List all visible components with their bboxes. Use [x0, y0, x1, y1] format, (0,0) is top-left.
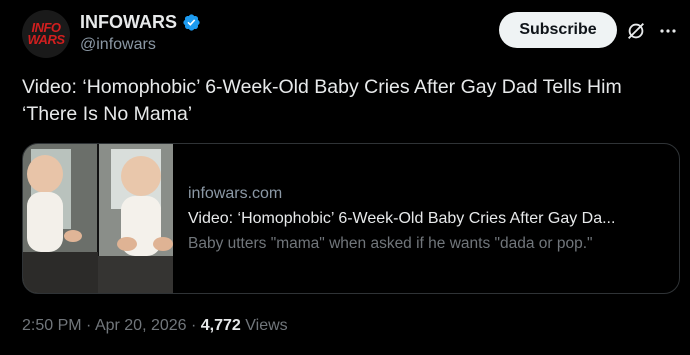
baby-photo-image	[23, 144, 173, 293]
meta-separator: ·	[186, 317, 201, 334]
views-label: Views	[240, 317, 288, 334]
grok-icon[interactable]	[625, 20, 647, 42]
tweet-time[interactable]: 2:50 PM	[22, 317, 82, 334]
infowars-logo: INFO WARS	[27, 20, 66, 47]
meta-separator: ·	[81, 317, 95, 334]
verified-badge-icon	[183, 14, 200, 31]
card-thumbnail	[23, 144, 173, 293]
views-count: 4,772	[200, 317, 241, 334]
tweet-text: Video: ‘Homophobic’ 6-Week-Old Baby Crie…	[22, 76, 622, 125]
card-description: Baby utters "mama" when asked if he want…	[188, 235, 593, 252]
more-options-icon[interactable]	[657, 20, 679, 42]
card-domain: infowars.com	[188, 185, 283, 202]
link-card[interactable]: infowars.com Video: ‘Homophobic’ 6-Week-…	[22, 143, 680, 294]
subscribe-button[interactable]: Subscribe	[499, 12, 617, 48]
avatar[interactable]: INFO WARS	[22, 10, 70, 58]
card-title: Video: ‘Homophobic’ 6-Week-Old Baby Crie…	[188, 210, 616, 227]
display-name[interactable]: INFOWARS	[80, 12, 177, 33]
account-name-row: INFOWARS	[80, 12, 201, 33]
tweet-date[interactable]: Apr 20, 2026	[95, 317, 187, 334]
tweet-metadata: 2:50 PM · Apr 20, 2026 · 4,772 Views	[22, 317, 288, 335]
account-handle[interactable]: @infowars	[80, 36, 156, 54]
